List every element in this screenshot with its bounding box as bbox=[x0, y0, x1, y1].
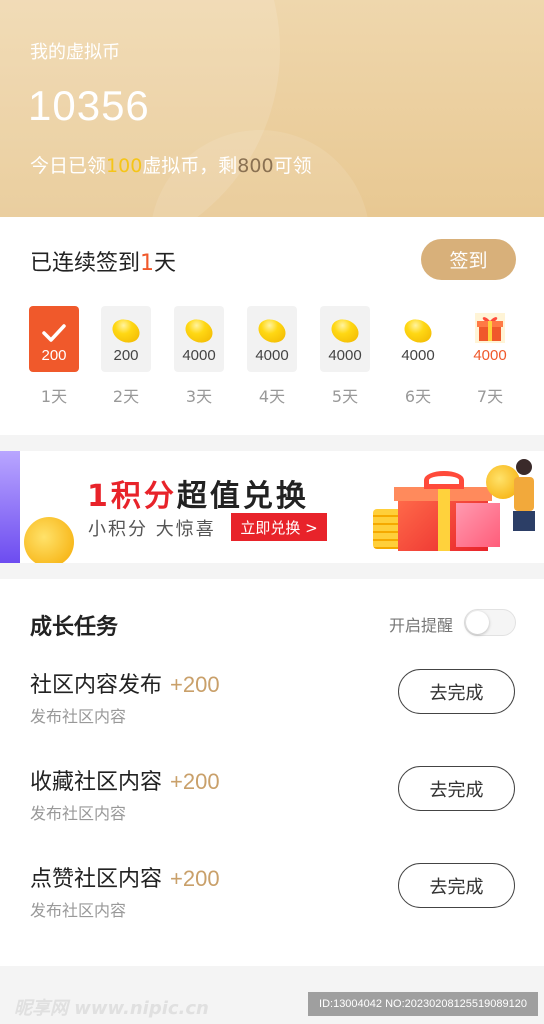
day-reward-box: 4000 bbox=[393, 306, 443, 372]
day-reward-box: 4000 bbox=[247, 306, 297, 372]
claimed-amount: 100 bbox=[106, 155, 143, 177]
tasks-title: 成长任务 bbox=[30, 615, 119, 640]
toggle-knob bbox=[466, 611, 489, 634]
complete-task-button[interactable]: 去完成 bbox=[398, 863, 515, 908]
complete-task-button[interactable]: 去完成 bbox=[398, 766, 515, 811]
remind-toggle[interactable] bbox=[464, 609, 516, 636]
day-reward-box: 200 bbox=[101, 306, 151, 372]
signin-button[interactable]: 签到 bbox=[421, 239, 516, 280]
day-label: 7天 bbox=[476, 387, 504, 406]
task-points: +200 bbox=[170, 672, 220, 697]
banner-headline: 1积分超值兑换 bbox=[87, 479, 309, 514]
task-desc: 发布社区内容 bbox=[30, 901, 127, 920]
day-label: 1天 bbox=[40, 387, 68, 406]
bean-coin-icon bbox=[255, 315, 289, 347]
task-name: 点赞社区内容 +200 bbox=[30, 866, 220, 892]
day-label: 4天 bbox=[258, 387, 286, 406]
signin-streak-title: 已连续签到1天 bbox=[30, 251, 177, 276]
streak-days: 1 bbox=[140, 251, 155, 276]
day-label: 3天 bbox=[185, 387, 213, 406]
points-exchange-banner[interactable]: 1积分超值兑换 小积分 大惊喜 立即兑换 > bbox=[0, 451, 544, 563]
task-points: +200 bbox=[170, 866, 220, 891]
banner-decoration bbox=[0, 451, 20, 563]
signin-day-6[interactable]: 4000 6天 bbox=[392, 306, 444, 407]
watermark-logo: 昵享网 www.nipic.cn bbox=[14, 998, 209, 1019]
day-reward-value: 4000 bbox=[182, 347, 216, 364]
signin-day-4[interactable]: 4000 4天 bbox=[246, 306, 298, 407]
person-illustration bbox=[512, 459, 536, 549]
gift-icon bbox=[474, 306, 506, 344]
header-title: 我的虚拟币 bbox=[30, 42, 120, 63]
banner-subtitle: 小积分 大惊喜 bbox=[88, 519, 216, 540]
coin-balance: 10356 bbox=[28, 82, 150, 129]
day-reward-value: 4000 bbox=[328, 347, 362, 364]
daily-claim-note: 今日已领100虚拟币，剩800可领 bbox=[30, 155, 312, 177]
day-label: 6天 bbox=[404, 387, 432, 406]
task-name: 社区内容发布 +200 bbox=[30, 672, 220, 698]
task-item: 社区内容发布 +200 发布社区内容 去完成 bbox=[0, 667, 544, 747]
day-reward-box: 200 bbox=[29, 306, 79, 372]
day-reward-value: 200 bbox=[113, 347, 139, 364]
day-reward-box: 4000 bbox=[174, 306, 224, 372]
complete-task-button[interactable]: 去完成 bbox=[398, 669, 515, 714]
signin-day-5[interactable]: 4000 5天 bbox=[319, 306, 371, 407]
small-gift-illustration bbox=[456, 503, 500, 547]
watermark-id: ID:13004042 NO:20230208125519089120 bbox=[308, 992, 538, 1016]
growth-tasks-card: 成长任务 开启提醒 社区内容发布 +200 发布社区内容 去完成 收藏社区内容 +2… bbox=[0, 579, 544, 966]
signin-day-2[interactable]: 200 2天 bbox=[100, 306, 152, 407]
day-label: 2天 bbox=[112, 387, 140, 406]
signin-day-7[interactable]: 4000 7天 bbox=[464, 306, 516, 407]
task-points: +200 bbox=[170, 769, 220, 794]
task-desc: 发布社区内容 bbox=[30, 804, 127, 823]
bean-coin-icon bbox=[401, 315, 435, 347]
day-reward-value: 200 bbox=[41, 347, 67, 364]
day-reward-box: 4000 bbox=[465, 306, 515, 372]
task-desc: 发布社区内容 bbox=[30, 707, 127, 726]
signin-day-3[interactable]: 4000 3天 bbox=[173, 306, 225, 407]
day-label: 5天 bbox=[331, 387, 359, 406]
balance-header: 我的虚拟币 10356 今日已领100虚拟币，剩800可领 bbox=[0, 0, 544, 217]
day-reward-value: 4000 bbox=[401, 347, 435, 364]
day-reward-value: 4000 bbox=[255, 347, 289, 364]
coin-icon bbox=[24, 517, 74, 563]
signin-card: 已连续签到1天 签到 200 1天 200 2天 4000 3天 4000 4天 bbox=[0, 217, 544, 435]
bean-coin-icon bbox=[182, 315, 216, 347]
task-item: 点赞社区内容 +200 发布社区内容 去完成 bbox=[0, 861, 544, 941]
remind-label: 开启提醒 bbox=[389, 616, 454, 635]
bean-coin-icon bbox=[109, 315, 143, 347]
task-name: 收藏社区内容 +200 bbox=[30, 769, 220, 795]
bean-coin-icon bbox=[328, 315, 362, 347]
day-reward-value: 4000 bbox=[473, 347, 507, 364]
remaining-amount: 800 bbox=[237, 155, 274, 177]
signin-day-1[interactable]: 200 1天 bbox=[28, 306, 80, 407]
day-reward-box: 4000 bbox=[320, 306, 370, 372]
check-icon bbox=[41, 306, 67, 344]
task-item: 收藏社区内容 +200 发布社区内容 去完成 bbox=[0, 764, 544, 844]
exchange-now-button[interactable]: 立即兑换 > bbox=[231, 513, 327, 541]
